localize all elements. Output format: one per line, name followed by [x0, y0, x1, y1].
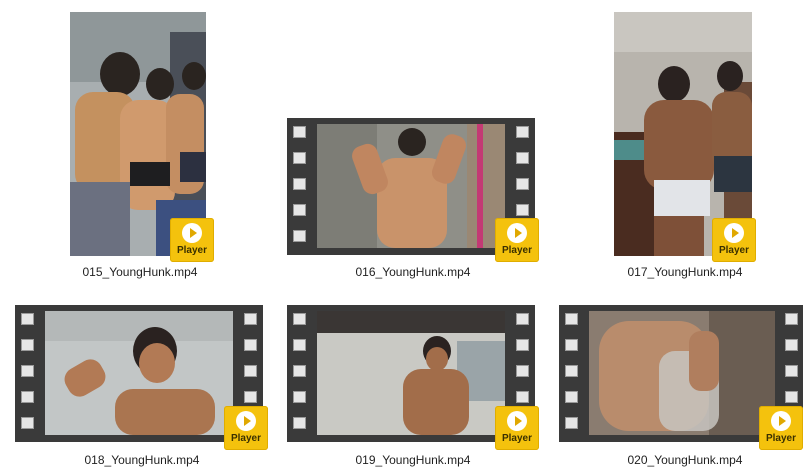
- film-hole: [244, 391, 257, 403]
- film-hole: [565, 339, 578, 351]
- film-hole: [516, 126, 529, 138]
- file-name[interactable]: 018_YoungHunk.mp4: [12, 453, 272, 467]
- film-hole: [516, 204, 529, 216]
- film-hole: [244, 339, 257, 351]
- film-hole: [516, 178, 529, 190]
- thumbnail-image: [317, 311, 505, 435]
- film-hole: [565, 391, 578, 403]
- film-hole: [21, 365, 34, 377]
- file-name[interactable]: 017_YoungHunk.mp4: [555, 265, 803, 279]
- film-hole: [293, 230, 306, 242]
- player-badge-label: Player: [230, 433, 262, 444]
- film-hole: [293, 417, 306, 429]
- film-hole: [516, 152, 529, 164]
- film-hole: [21, 417, 34, 429]
- player-badge[interactable]: Player: [712, 218, 756, 262]
- film-hole: [516, 339, 529, 351]
- film-hole: [293, 365, 306, 377]
- play-icon: [507, 411, 527, 431]
- film-hole: [785, 339, 798, 351]
- player-badge-label: Player: [718, 245, 750, 256]
- player-badge[interactable]: Player: [170, 218, 214, 262]
- thumbnail-image: [589, 311, 775, 435]
- film-hole: [516, 391, 529, 403]
- play-icon: [507, 223, 527, 243]
- file-name[interactable]: 019_YoungHunk.mp4: [283, 453, 543, 467]
- film-hole: [516, 313, 529, 325]
- film-hole: [293, 178, 306, 190]
- film-hole: [565, 365, 578, 377]
- file-name[interactable]: 015_YoungHunk.mp4: [10, 265, 270, 279]
- player-badge-label: Player: [176, 245, 208, 256]
- film-hole: [293, 391, 306, 403]
- film-hole: [293, 126, 306, 138]
- thumbnail-image: [45, 311, 233, 435]
- player-badge-label: Player: [501, 245, 533, 256]
- player-badge-label: Player: [765, 433, 797, 444]
- film-hole: [244, 365, 257, 377]
- player-badge[interactable]: Player: [759, 406, 803, 450]
- player-badge[interactable]: Player: [495, 406, 539, 450]
- file-name[interactable]: 016_YoungHunk.mp4: [283, 265, 543, 279]
- player-badge[interactable]: Player: [495, 218, 539, 262]
- file-name[interactable]: 020_YoungHunk.mp4: [555, 453, 803, 467]
- film-hole: [293, 313, 306, 325]
- film-hole: [21, 313, 34, 325]
- film-hole: [293, 204, 306, 216]
- film-hole: [293, 339, 306, 351]
- thumbnail-image: [317, 124, 505, 248]
- play-icon: [236, 411, 256, 431]
- film-hole: [785, 365, 798, 377]
- film-hole: [244, 313, 257, 325]
- play-icon: [182, 223, 202, 243]
- film-hole: [21, 391, 34, 403]
- player-badge[interactable]: Player: [224, 406, 268, 450]
- film-hole: [785, 391, 798, 403]
- film-hole: [21, 339, 34, 351]
- film-hole: [516, 365, 529, 377]
- film-hole: [565, 417, 578, 429]
- film-hole: [293, 152, 306, 164]
- film-hole: [565, 313, 578, 325]
- play-icon: [724, 223, 744, 243]
- play-icon: [771, 411, 791, 431]
- player-badge-label: Player: [501, 433, 533, 444]
- film-hole: [785, 313, 798, 325]
